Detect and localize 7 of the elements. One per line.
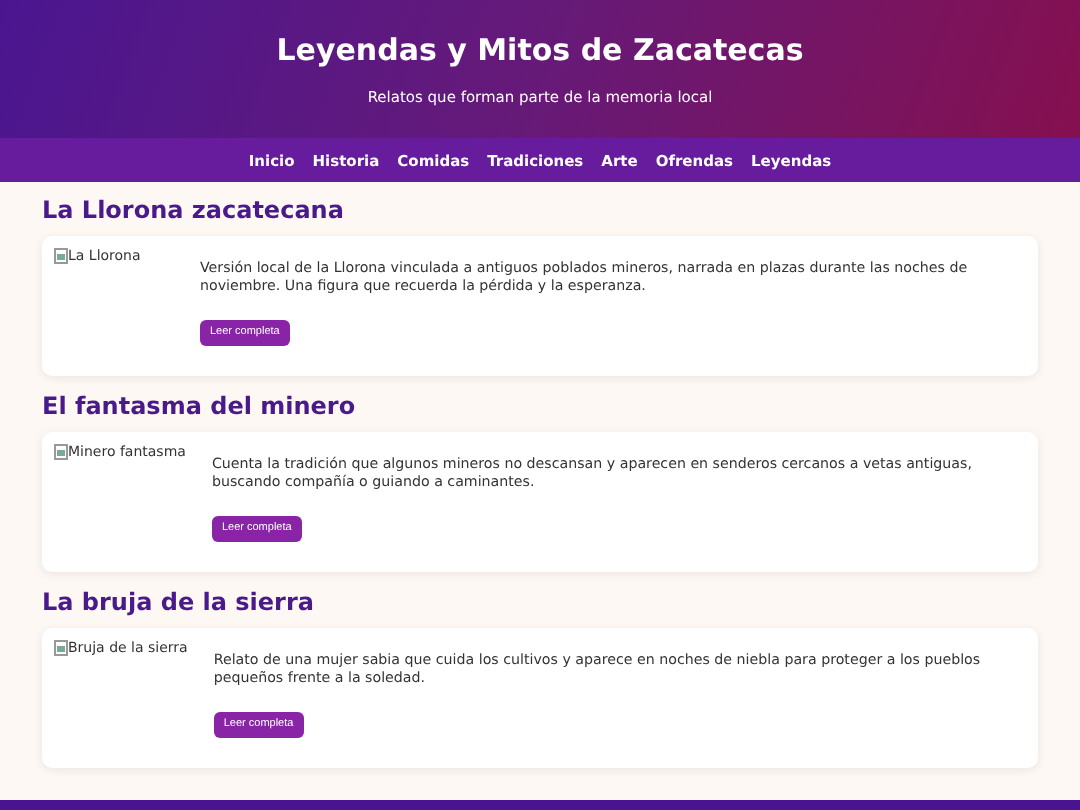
story-title: El fantasma del minero bbox=[42, 394, 358, 418]
story-title: La bruja de la sierra bbox=[42, 590, 316, 614]
story-title: La Llorona zacatecana bbox=[42, 198, 346, 222]
broken-image-icon bbox=[54, 444, 68, 460]
broken-image-icon bbox=[54, 640, 68, 656]
broken-image-icon bbox=[54, 248, 68, 264]
site-title: Leyendas y Mitos de Zacatecas bbox=[276, 32, 804, 68]
